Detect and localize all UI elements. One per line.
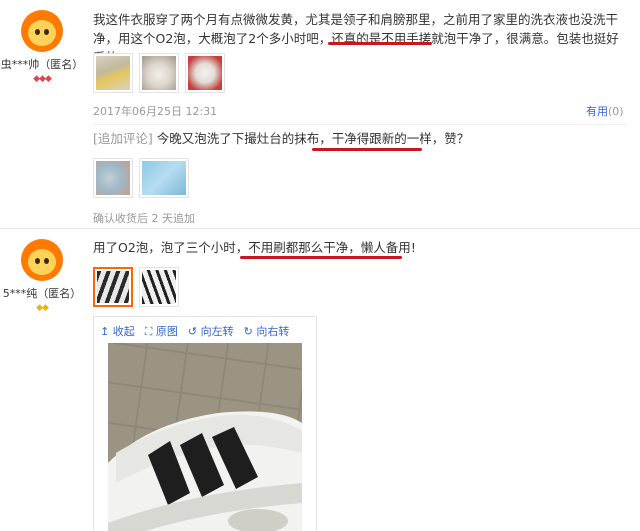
review-item: 5***纯（匿名） ◆◆ 用了O2泡，泡了三个小时，不用刷都那么干净，懒人备用!… xyxy=(0,229,640,531)
review-text: 用了O2泡，泡了三个小时，不用刷都那么干净，懒人备用! xyxy=(93,240,416,255)
reviewer-name: 虫***帅（匿名） xyxy=(0,58,84,71)
hand-drawn-underline xyxy=(240,256,402,259)
review-body: 用了O2泡，泡了三个小时，不用刷都那么干净，懒人备用! xyxy=(93,238,628,257)
photo-thumbnail[interactable] xyxy=(185,53,225,93)
photo-thumbnail[interactable] xyxy=(93,53,133,93)
avatar xyxy=(21,10,63,52)
review-item: 虫***帅（匿名） ◆◆◆ 我这件衣服穿了两个月有点微微发黄，尤其是领子和肩膀那… xyxy=(0,0,640,228)
reviewer-info: 虫***帅（匿名） ◆◆◆ xyxy=(0,10,84,84)
rank-diamond-icon: ◆◆◆ xyxy=(33,74,52,84)
rotate-right-button[interactable]: ↻ 向右转 xyxy=(244,323,290,339)
sneaker-photo-icon xyxy=(108,343,302,531)
highlighted-text: 不用刷都那么干净，懒人备用 xyxy=(248,240,411,255)
rank-diamond-icon: ◆◆ xyxy=(36,303,49,313)
photo-thumbnail[interactable] xyxy=(139,158,189,198)
review-photos xyxy=(93,267,179,307)
original-image-button[interactable]: ⛶ 原图 xyxy=(145,323,178,339)
useful-button[interactable]: 有用(0) xyxy=(586,103,624,119)
hand-drawn-underline xyxy=(312,148,422,151)
photo-large xyxy=(108,343,302,531)
review-photos xyxy=(93,53,225,93)
reviewer-info: 5***纯（匿名） ◆◆ xyxy=(0,239,84,313)
collapse-button[interactable]: ↥ 收起 xyxy=(100,323,135,339)
appended-review-text: [追加评论] 今晚又泡洗了下撮灶台的抹布，干净得跟新的一样，赞？ xyxy=(93,131,470,146)
hand-drawn-underline xyxy=(328,42,432,45)
photo-thumbnail[interactable] xyxy=(93,158,133,198)
avatar xyxy=(21,239,63,281)
photo-viewer: ↥ 收起 ⛶ 原图 ↺ 向左转 ↻ 向右转 xyxy=(93,316,317,531)
reviewer-name: 5***纯（匿名） xyxy=(2,287,82,300)
photo-thumbnail[interactable] xyxy=(139,53,179,93)
review-date: 2017年06月25日 12:31 xyxy=(93,105,218,118)
photo-thumbnail-selected[interactable] xyxy=(93,267,133,307)
highlighted-text: 干净得跟新的一样 xyxy=(331,131,432,146)
append-time-note: 确认收货后 2 天追加 xyxy=(93,212,195,225)
appended-photos xyxy=(93,158,189,198)
rotate-left-button[interactable]: ↺ 向左转 xyxy=(188,323,234,339)
photo-viewer-toolbar: ↥ 收起 ⛶ 原图 ↺ 向左转 ↻ 向右转 xyxy=(100,323,289,339)
photo-thumbnail[interactable] xyxy=(139,267,179,307)
